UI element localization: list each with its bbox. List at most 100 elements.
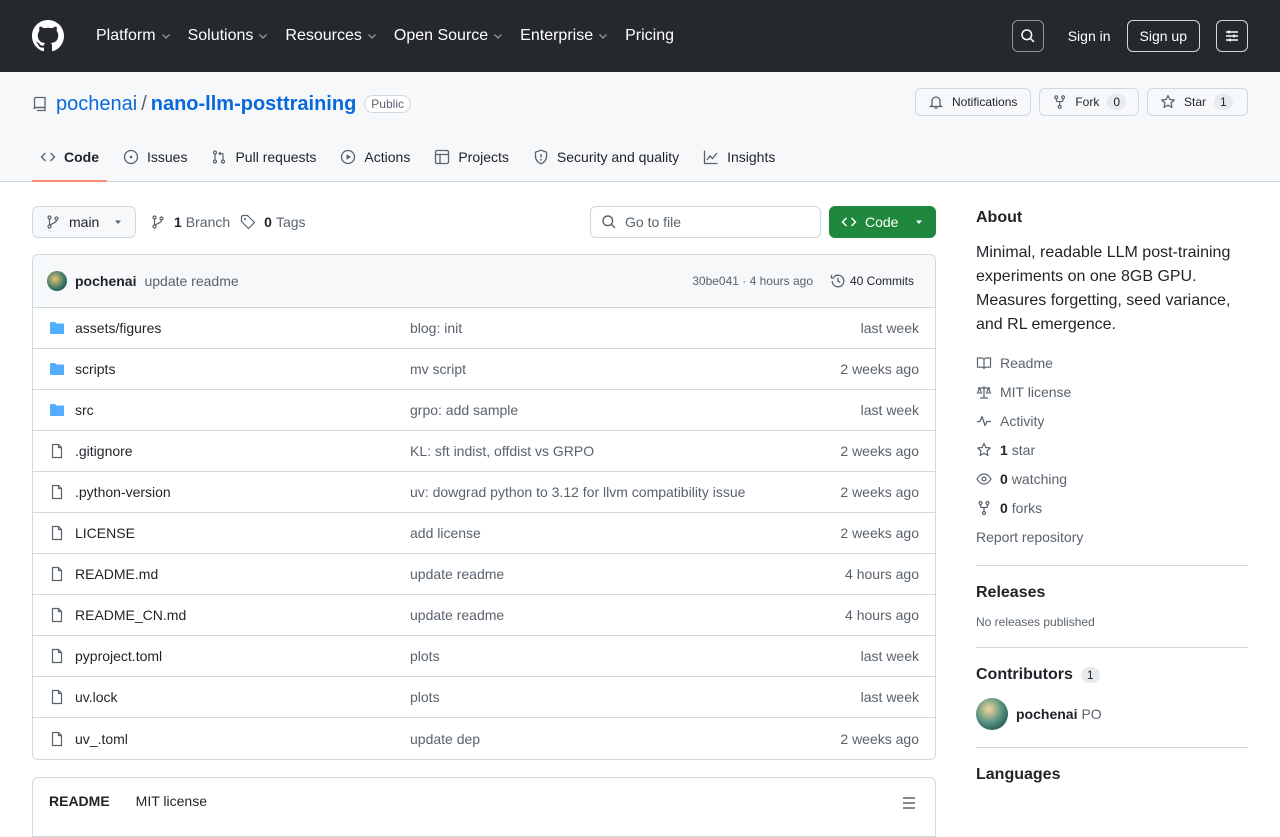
sign-in-link[interactable]: Sign in <box>1068 28 1111 44</box>
nav-label: Solutions <box>187 27 254 44</box>
file-name-link[interactable]: uv.lock <box>75 689 118 705</box>
code-icon <box>40 152 56 162</box>
file-name-link[interactable]: README_CN.md <box>75 607 186 623</box>
file-commit-date: last week <box>860 320 919 336</box>
table-row: README_CN.md update readme 4 hours ago <box>33 595 935 636</box>
file-commit-message[interactable]: KL: sft indist, offdist vs GRPO <box>410 443 594 459</box>
search-icon <box>1020 29 1035 43</box>
file-commit-message[interactable]: plots <box>410 648 440 664</box>
table-row: LICENSE add license 2 weeks ago <box>33 513 935 554</box>
repo-name-link[interactable]: nano-llm-posttraining <box>151 93 357 116</box>
go-to-file-search[interactable] <box>590 206 821 238</box>
fork-button[interactable]: Fork 0 <box>1039 88 1139 116</box>
tab-actions[interactable]: Actions <box>332 133 418 181</box>
repo-path-separator: / <box>141 92 147 115</box>
about-description: Minimal, readable LLM post-training expe… <box>976 244 1231 333</box>
license-tab[interactable]: MIT license <box>136 793 207 809</box>
file-name-link[interactable]: README.md <box>75 566 158 582</box>
report-repository-link[interactable]: Report repository <box>976 522 1248 551</box>
file-name-link[interactable]: .gitignore <box>75 443 133 459</box>
outline-list-icon[interactable] <box>901 795 917 814</box>
file-commit-message[interactable]: plots <box>410 689 440 705</box>
tab-issues[interactable]: Issues <box>115 133 195 181</box>
tab-code[interactable]: Code <box>32 133 107 182</box>
menu-button[interactable] <box>1216 20 1248 52</box>
nav-enterprise[interactable]: Enterprise <box>512 20 617 52</box>
avatar[interactable] <box>47 271 67 291</box>
global-header: Platform Solutions Resources Open Source… <box>0 0 1280 72</box>
chevron-down-icon <box>366 30 378 42</box>
file-name-link[interactable]: src <box>75 402 94 418</box>
file-name-link[interactable]: LICENSE <box>75 525 135 541</box>
star-label: Star <box>1184 95 1207 109</box>
file-name-link[interactable]: uv_.toml <box>75 731 128 747</box>
releases-title: Releases <box>976 584 1046 601</box>
tab-security[interactable]: Security and quality <box>525 133 687 181</box>
tab-projects[interactable]: Projects <box>426 133 517 181</box>
tab-pull-requests[interactable]: Pull requests <box>203 133 324 181</box>
file-commit-message[interactable]: add license <box>410 525 481 541</box>
tab-insights[interactable]: Insights <box>695 133 783 181</box>
nav-resources[interactable]: Resources <box>277 20 385 52</box>
table-row: uv_.toml update dep 2 weeks ago <box>33 718 935 759</box>
tags-link[interactable]: 0 Tags <box>240 214 306 230</box>
bell-icon <box>928 96 944 109</box>
commits-history-link[interactable]: 40 Commits <box>830 273 914 289</box>
contributor-item[interactable]: pochenai PO <box>976 698 1248 730</box>
activity-link[interactable]: Activity <box>976 406 1248 435</box>
caret-down-icon <box>113 214 123 230</box>
star-button[interactable]: Star 1 <box>1147 88 1248 116</box>
star-icon <box>1161 94 1175 108</box>
file-commit-message[interactable]: blog: init <box>410 320 462 336</box>
forks-link[interactable]: 0 forks <box>976 493 1248 522</box>
branches-link[interactable]: 1 Branch <box>150 214 230 230</box>
releases-heading[interactable]: Releases <box>976 584 1248 602</box>
tab-label: Security and quality <box>556 149 680 165</box>
nav-open-source[interactable]: Open Source <box>386 20 512 52</box>
repo-tabs: Code Issues Pull requests Actions Projec… <box>32 133 791 182</box>
tag-icon <box>241 214 256 230</box>
commit-message-link[interactable]: update readme <box>144 273 238 289</box>
table-row: .gitignore KL: sft indist, offdist vs GR… <box>33 431 935 472</box>
stars-link[interactable]: 1 star <box>976 435 1248 464</box>
license-link[interactable]: MIT license <box>976 377 1248 406</box>
file-commit-message[interactable]: update readme <box>410 607 504 623</box>
go-to-file-input[interactable] <box>625 214 805 230</box>
file-commit-message[interactable]: uv: dowgrad python to 3.12 for llvm comp… <box>410 484 745 500</box>
watchers-link[interactable]: 0 watching <box>976 464 1248 493</box>
folder-icon <box>49 320 65 336</box>
commit-author-link[interactable]: pochenai <box>75 273 136 289</box>
file-commit-message[interactable]: update dep <box>410 731 480 747</box>
search-button[interactable] <box>1011 20 1044 52</box>
file-name-link[interactable]: scripts <box>75 361 115 377</box>
law-icon <box>976 385 992 399</box>
readme-link[interactable]: Readme <box>976 348 1248 377</box>
file-commit-message[interactable]: mv script <box>410 361 466 377</box>
file-name-link[interactable]: pyproject.toml <box>75 648 162 664</box>
sign-up-button[interactable]: Sign up <box>1126 20 1200 52</box>
notifications-button[interactable]: Notifications <box>915 88 1031 116</box>
file-commit-message[interactable]: update readme <box>410 566 504 582</box>
chevron-down-icon <box>160 30 172 42</box>
repo-icon <box>32 96 48 112</box>
commit-sha-time[interactable]: 30be041 · 4 hours ago <box>692 274 813 288</box>
repo-owner-link[interactable]: pochenai <box>56 93 137 116</box>
file-name-link[interactable]: assets/figures <box>75 320 161 336</box>
code-dropdown-button[interactable]: Code <box>829 206 936 238</box>
nav-platform[interactable]: Platform <box>88 20 180 52</box>
folder-icon <box>49 402 65 418</box>
file-commit-message[interactable]: grpo: add sample <box>410 402 518 418</box>
nav-pricing[interactable]: Pricing <box>617 20 682 52</box>
chevron-down-icon <box>492 30 504 42</box>
file-name-link[interactable]: .python-version <box>75 484 171 500</box>
readme-tab[interactable]: README <box>49 793 110 809</box>
issue-icon <box>123 149 139 165</box>
pulse-icon <box>977 415 991 426</box>
contributors-heading[interactable]: Contributors 1 <box>976 666 1248 684</box>
github-logo-icon[interactable] <box>32 20 64 52</box>
nav-solutions[interactable]: Solutions <box>180 20 278 52</box>
about-heading: About <box>976 209 1023 226</box>
readme-header: README MIT license <box>32 777 936 837</box>
branch-select-button[interactable]: main <box>32 206 136 238</box>
pull-request-icon <box>213 150 226 164</box>
